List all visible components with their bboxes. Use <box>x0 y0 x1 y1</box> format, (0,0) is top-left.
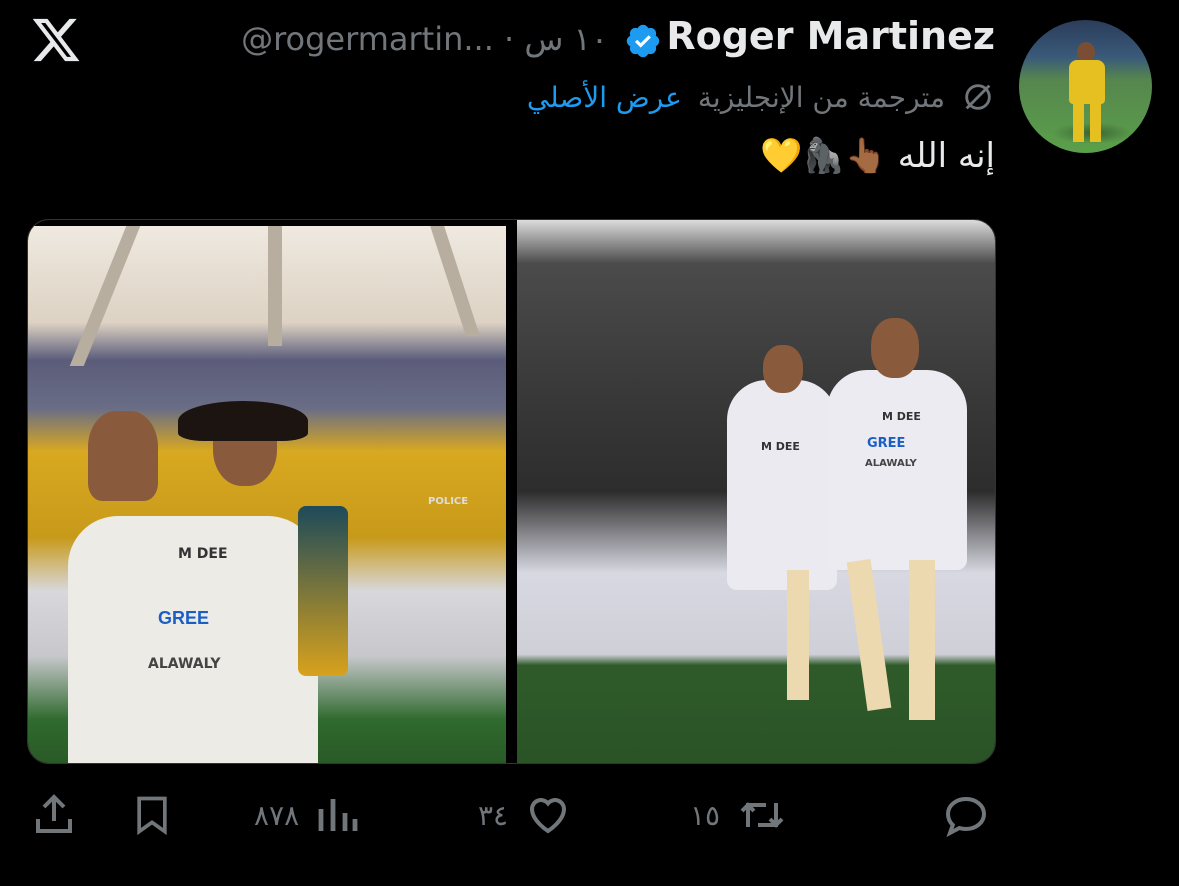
media-grid[interactable]: M DEE GREE ALAWALY POLICE M DEE M DEE GR… <box>27 219 996 764</box>
translation-row: مترجمة من الإنجليزية عرض الأصلي <box>527 80 995 114</box>
translation-label: مترجمة من الإنجليزية <box>697 80 945 114</box>
tweet-text: إنه الله 👆🏾🦍💛 <box>759 136 995 176</box>
avatar-player-head <box>1077 42 1095 62</box>
right-jersey-brand: GREE <box>867 436 906 451</box>
share-icon <box>36 794 72 833</box>
handle[interactable]: @rogermartin... <box>241 20 494 58</box>
avatar-player-legs <box>1073 102 1101 142</box>
show-original-link[interactable]: عرض الأصلي <box>527 81 682 114</box>
right-jersey-sponsor-2: ALAWALY <box>865 458 917 469</box>
likes-count: ٣٤ <box>478 798 509 832</box>
reply-icon <box>945 796 987 838</box>
player-head-right <box>871 318 919 378</box>
teammate-jersey: M DEE <box>727 380 837 590</box>
like-button[interactable]: ٣٤ <box>478 790 574 840</box>
avatar-player-jersey <box>1069 60 1105 104</box>
media-photo-right[interactable]: M DEE M DEE GREE ALAWALY <box>517 220 995 763</box>
player-leg <box>909 560 935 720</box>
verified-badge-icon <box>626 24 660 58</box>
views-count: ٨٧٨ <box>254 798 300 832</box>
right-jersey-sponsor: M DEE <box>882 410 921 423</box>
bookmark-button[interactable] <box>130 790 174 840</box>
share-button[interactable] <box>30 790 78 840</box>
roof-beam <box>430 226 480 336</box>
x-logo-icon[interactable] <box>30 14 82 66</box>
teammate-jersey-sponsor: M DEE <box>761 440 800 453</box>
views-button[interactable]: ٨٧٨ <box>254 790 361 840</box>
jersey-brand: GREE <box>158 608 210 628</box>
trophy <box>298 506 348 676</box>
timestamp[interactable]: ١٠ س <box>524 20 608 58</box>
display-name[interactable]: Roger Martinez <box>666 14 995 58</box>
bookmark-icon <box>137 796 167 836</box>
player-jersey-right: M DEE GREE ALAWALY <box>827 370 967 570</box>
teammate-leg <box>787 570 809 700</box>
media-photo-left[interactable]: M DEE GREE ALAWALY POLICE <box>28 226 506 763</box>
reply-button[interactable] <box>942 790 990 840</box>
player-jersey: M DEE GREE ALAWALY <box>68 516 318 763</box>
handle-and-time[interactable]: @rogermartin... · ١٠ س <box>241 20 608 58</box>
teammate-head <box>763 345 803 393</box>
player-hair <box>178 401 308 441</box>
roof-beam <box>69 226 141 366</box>
profile-avatar[interactable] <box>1019 20 1152 153</box>
jersey-sponsor: M DEE <box>178 546 228 562</box>
player-leg <box>846 559 892 711</box>
retweets-count: ١٥ <box>690 798 721 832</box>
roof-beam <box>268 226 282 346</box>
heart-icon <box>530 798 567 834</box>
police-vest-text: POLICE <box>428 496 469 507</box>
player-hand <box>88 411 158 501</box>
jersey-sponsor-2: ALAWALY <box>148 656 221 672</box>
retweet-button[interactable]: ١٥ <box>690 790 790 840</box>
retweet-icon <box>740 802 784 828</box>
separator: · <box>504 20 525 58</box>
views-icon <box>318 799 358 831</box>
translate-globe-icon <box>965 84 991 110</box>
